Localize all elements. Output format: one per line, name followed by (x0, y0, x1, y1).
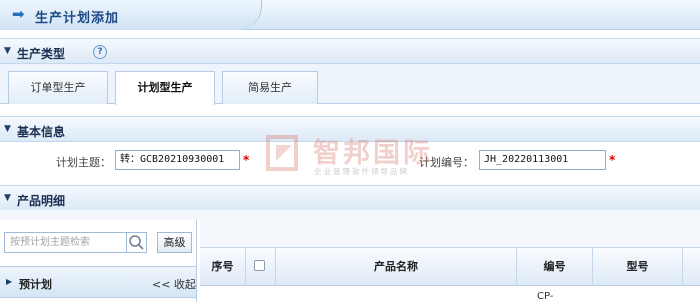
triangle-down-icon[interactable]: ▼ (4, 193, 11, 203)
title-tab: ➡ 生产计划添加 (0, 0, 262, 30)
watermark-logo (266, 135, 298, 171)
pre-plan-title: 预计划 (19, 278, 52, 291)
advanced-search-button[interactable]: 高级 (157, 232, 192, 253)
section-production-type-label: 生产类型 (17, 47, 66, 61)
table-row: CP- (200, 286, 700, 302)
triangle-right-icon[interactable]: ▶ (6, 277, 12, 286)
section-basic-info-label: 基本信息 (17, 125, 66, 139)
select-all-checkbox[interactable] (254, 260, 265, 271)
column-header-product-name: 产品名称 (276, 248, 517, 286)
plan-search-input[interactable]: 按预计划主题检索 (4, 232, 127, 253)
help-icon[interactable]: ? (93, 45, 107, 59)
column-header-model: 型号 (593, 248, 683, 286)
tab-simple-production[interactable]: 简易生产 (222, 71, 318, 104)
product-code-cell: CP- (537, 291, 554, 302)
divider (0, 210, 700, 220)
required-mark: * (243, 153, 250, 167)
watermark-brand: 智邦国际 (313, 138, 433, 169)
production-type-tabs: 订单型生产 计划型生产 简易生产 (0, 64, 700, 105)
product-grid-header: 序号 产品名称 编号 型号 (200, 248, 700, 286)
tab-planned-production[interactable]: 计划型生产 (115, 71, 215, 105)
pre-plan-header[interactable]: ▶ 预计划 << 收起 (0, 266, 196, 298)
plan-number-input[interactable]: JH_20220113001 (479, 150, 606, 170)
section-product-detail-label: 产品明细 (17, 194, 66, 208)
search-button[interactable] (126, 232, 147, 253)
triangle-down-icon[interactable]: ▼ (4, 46, 11, 56)
section-product-detail[interactable]: ▼ 产品明细 (0, 185, 700, 211)
title-bar: ➡ 生产计划添加 (0, 0, 700, 30)
collapse-button[interactable]: << 收起 (152, 276, 196, 292)
arrow-right-icon: ➡ (12, 5, 25, 23)
search-icon (129, 235, 144, 250)
plan-search-panel: 按预计划主题检索 高级 ▶ 预计划 << 收起 (0, 220, 197, 302)
tab-order-production[interactable]: 订单型生产 (8, 71, 108, 104)
triangle-down-icon[interactable]: ▼ (4, 124, 11, 134)
watermark-tagline: 企业管理软件领导品牌 (314, 167, 409, 176)
section-production-type[interactable]: ▼ 生产类型 ? (0, 38, 700, 64)
column-header-code: 编号 (517, 248, 593, 286)
column-header-index: 序号 (200, 248, 246, 286)
plan-subject-label: 计划主题： (56, 156, 111, 169)
grid-toolbar (200, 220, 700, 248)
required-mark: * (609, 153, 616, 167)
page-title: 生产计划添加 (35, 11, 120, 26)
plan-subject-input[interactable]: 转：GCB20210930001 (115, 150, 240, 170)
